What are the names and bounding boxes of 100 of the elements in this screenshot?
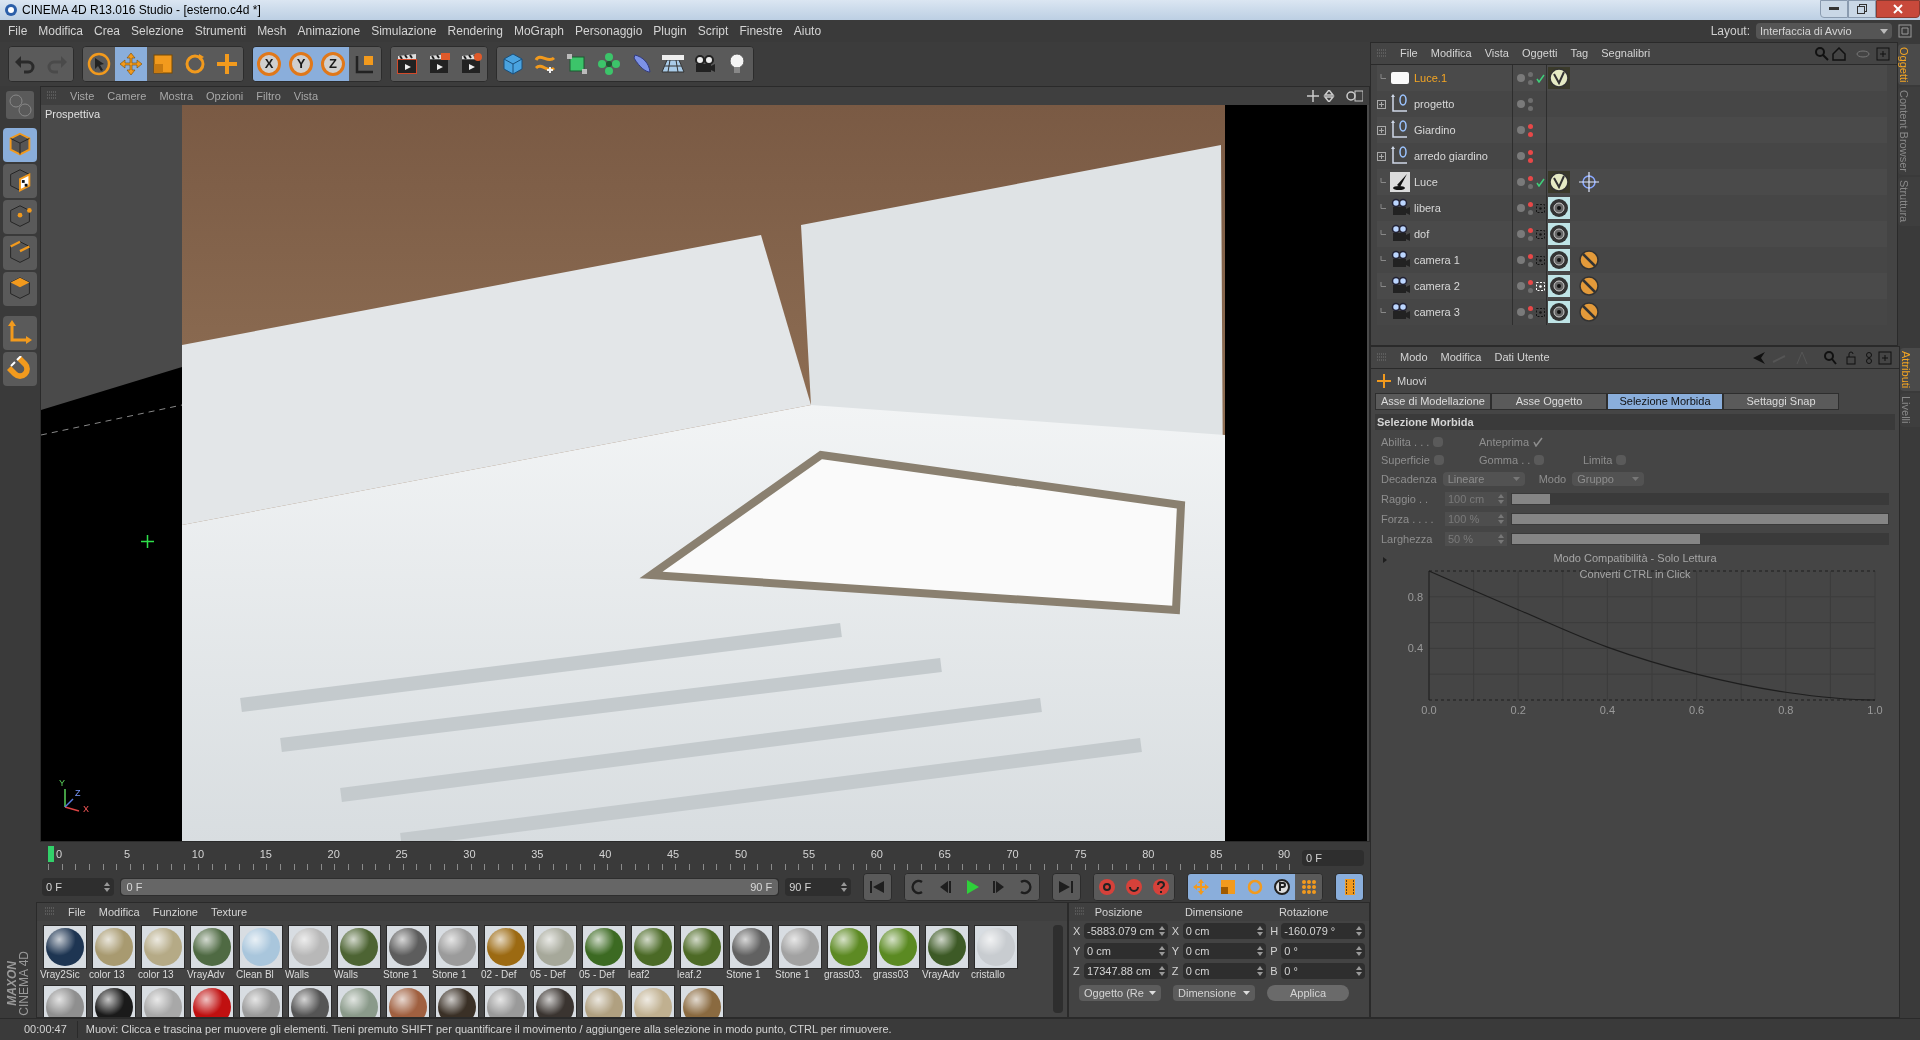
record-button[interactable] xyxy=(1093,874,1121,900)
object-name[interactable]: progetto xyxy=(1414,95,1455,113)
menu-item[interactable]: Aiuto xyxy=(793,22,822,40)
timeline-button[interactable] xyxy=(1336,874,1363,900)
menu-item[interactable]: Filtro xyxy=(256,87,281,105)
object-name[interactable]: dof xyxy=(1414,225,1430,243)
camera-tag-icon[interactable] xyxy=(1548,197,1570,219)
object-name[interactable]: Luce xyxy=(1414,173,1438,191)
protection-tag-icon[interactable] xyxy=(1578,275,1600,297)
expand-arrow-icon[interactable] xyxy=(1383,557,1387,563)
end-frame-field[interactable]: 90 F xyxy=(785,878,851,896)
object-name[interactable]: arredo giardino xyxy=(1414,147,1488,165)
snap-button[interactable] xyxy=(3,352,37,386)
menu-item[interactable]: Vista xyxy=(293,87,319,105)
dropdown[interactable]: Dimensione xyxy=(1173,985,1255,1001)
live-select-button[interactable] xyxy=(83,47,115,81)
camera-tag-icon[interactable] xyxy=(1548,249,1570,271)
camera-tag-icon[interactable] xyxy=(1548,275,1570,297)
menu-item[interactable]: Vista xyxy=(1484,45,1509,62)
menu-item[interactable]: Texture xyxy=(210,903,248,921)
menu-item[interactable]: Rendering xyxy=(447,22,503,40)
coordinate-field[interactable]: 0 cm xyxy=(1182,963,1267,979)
recent-tool-button[interactable] xyxy=(211,47,243,81)
edges-mode-button[interactable] xyxy=(3,236,37,270)
menu-item[interactable]: Segnalibri xyxy=(1601,45,1651,62)
expand-icon[interactable] xyxy=(1377,99,1386,109)
menu-item[interactable]: Modifica xyxy=(1430,45,1472,62)
menu-item[interactable]: Mostra xyxy=(159,87,193,105)
protection-tag-icon[interactable] xyxy=(1578,249,1600,271)
layout-dropdown[interactable]: Interfaccia di Avvio xyxy=(1756,23,1892,39)
minimize-button[interactable] xyxy=(1820,0,1848,18)
expand-icon[interactable] xyxy=(1377,125,1386,135)
expand-icon[interactable] xyxy=(1377,151,1386,161)
side-tab[interactable]: Oggetti xyxy=(1898,44,1920,86)
side-tab[interactable]: Attributi xyxy=(1900,348,1920,392)
menu-item[interactable]: Animazione xyxy=(297,22,361,40)
axis-mode-button[interactable] xyxy=(3,316,37,350)
menu-item[interactable]: File xyxy=(8,22,28,40)
object-name[interactable]: Giardino xyxy=(1414,121,1456,139)
menu-item[interactable]: Oggetti xyxy=(1521,45,1558,62)
range-slider[interactable]: 0 F 90 F xyxy=(120,879,779,895)
camera-tag-icon[interactable] xyxy=(1548,301,1570,323)
first-frame-button[interactable] xyxy=(863,874,891,900)
vray-tag-icon[interactable] xyxy=(1548,67,1570,89)
axis-lock-button[interactable]: Z xyxy=(317,47,349,81)
next-key-button[interactable] xyxy=(1012,874,1039,900)
coordinate-field[interactable]: 0 ° xyxy=(1281,963,1365,979)
menu-item[interactable]: Viste xyxy=(70,87,95,105)
enabled-check-icon[interactable] xyxy=(1536,177,1545,187)
axis-lock-button[interactable]: X xyxy=(253,47,285,81)
menu-item[interactable]: Camere xyxy=(107,87,147,105)
protection-tag-icon[interactable] xyxy=(1578,301,1600,323)
undo-button[interactable] xyxy=(9,47,41,81)
apply-button[interactable]: Applica xyxy=(1267,985,1349,1001)
menu-item[interactable]: Funzione xyxy=(152,903,198,921)
menu-item[interactable]: Script xyxy=(697,22,729,40)
menu-item[interactable]: Plugin xyxy=(653,22,687,40)
render-settings-button[interactable] xyxy=(455,47,487,81)
coordinate-field[interactable]: 0 ° xyxy=(1281,943,1365,959)
parameter-key-button[interactable] xyxy=(1268,874,1296,900)
previous-key-button[interactable] xyxy=(904,874,932,900)
close-button[interactable] xyxy=(1876,0,1920,18)
menu-item[interactable]: Mesh xyxy=(257,22,287,40)
scale-tool-button[interactable] xyxy=(147,47,179,81)
coordinate-field[interactable]: -160.079 ° xyxy=(1281,923,1365,939)
render-view-button[interactable] xyxy=(391,47,423,81)
menu-item[interactable]: Modifica xyxy=(38,22,84,40)
object-name[interactable]: libera xyxy=(1414,199,1441,217)
menu-item[interactable]: File xyxy=(1400,45,1418,62)
enabled-check-icon[interactable] xyxy=(1536,73,1545,83)
menu-item[interactable]: Strumenti xyxy=(194,22,247,40)
generic-tool-icon[interactable] xyxy=(5,90,35,120)
coordinate-field[interactable]: 0 cm xyxy=(1182,923,1267,939)
menu-item[interactable]: Simulazione xyxy=(371,22,437,40)
start-frame-field[interactable]: 0 F xyxy=(42,878,114,896)
polygons-mode-button[interactable] xyxy=(3,272,37,306)
dropdown[interactable]: Oggetto (Re xyxy=(1079,985,1161,1001)
menu-item[interactable]: Personaggio xyxy=(574,22,643,40)
object-name[interactable]: camera 2 xyxy=(1414,277,1460,295)
frame-field[interactable]: 0 F xyxy=(1302,850,1364,866)
last-frame-button[interactable] xyxy=(1052,874,1080,900)
timeline-ruler[interactable]: 0 5 10 15 20 25 30 35 40 45 50 55 60 65 70 75 80 85 90 xyxy=(48,844,1292,870)
coordinate-system-button[interactable] xyxy=(349,47,381,81)
menu-item[interactable]: File xyxy=(68,903,86,921)
coordinate-field[interactable]: 17347.88 cm xyxy=(1084,963,1168,979)
coordinate-field[interactable]: 0 cm xyxy=(1084,943,1168,959)
coordinate-field[interactable]: -5883.079 cm xyxy=(1084,923,1168,939)
object-name[interactable]: Luce.1 xyxy=(1414,69,1448,87)
menu-item[interactable]: MoGraph xyxy=(513,22,564,40)
point-level-button[interactable] xyxy=(1295,874,1323,900)
light-button[interactable] xyxy=(721,47,753,81)
coordinate-field[interactable]: 0 cm xyxy=(1182,943,1267,959)
axis-lock-button[interactable]: Y xyxy=(285,47,317,81)
menu-item[interactable]: Tag xyxy=(1570,45,1589,62)
menu-item[interactable]: Finestre xyxy=(739,22,783,40)
cube-object-button[interactable] xyxy=(497,47,529,81)
target-tag-icon[interactable] xyxy=(1578,171,1600,193)
maximize-button[interactable] xyxy=(1848,0,1876,18)
keyframe-selection-button[interactable] xyxy=(1147,874,1175,900)
object-name[interactable]: camera 1 xyxy=(1414,251,1460,269)
